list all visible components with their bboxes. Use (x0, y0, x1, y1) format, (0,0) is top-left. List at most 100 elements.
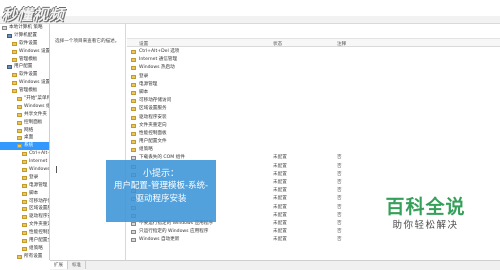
folder-icon (22, 183, 27, 188)
row-state: 未配置 (273, 155, 287, 161)
row-name: 只运行指定的 Windows 应用程序 (139, 229, 209, 235)
tree-item[interactable]: 组策略 (0, 245, 49, 253)
view-tab[interactable]: 扩展 (50, 261, 68, 269)
tree-item[interactable]: 网络 (0, 127, 49, 135)
list-row[interactable]: 电源管理 (127, 81, 500, 89)
tree-item[interactable]: 用户配置文件 (0, 237, 49, 245)
tree-item[interactable]: 本地计算机 策略 (0, 24, 49, 32)
folder-icon (22, 167, 27, 172)
tree-item[interactable]: 计算机配置 (0, 32, 49, 40)
policy-setting-icon (131, 221, 136, 226)
folder-icon (17, 104, 22, 109)
row-note: 否 (337, 212, 342, 218)
tree-item[interactable]: 驱动程序安装 (0, 213, 49, 221)
folder-icon (22, 152, 27, 157)
column-header-note[interactable]: 注释 (337, 41, 346, 47)
row-name: 驱动程序安装 (139, 114, 167, 120)
tree-item[interactable]: 登录 (0, 174, 49, 182)
folder-icon (131, 140, 136, 145)
row-note: 否 (337, 163, 342, 169)
tree-item-label: 网络 (24, 127, 34, 133)
list-row[interactable]: Windows 热启动 (127, 64, 500, 72)
row-state: 未配置 (273, 212, 287, 218)
folder-icon (22, 231, 27, 236)
tree-item[interactable]: Windows 组件 (0, 103, 49, 111)
list-row[interactable]: 登录 (127, 73, 500, 81)
tree-item[interactable]: Windows 设置 (0, 48, 49, 56)
tree-item[interactable]: 所有设置 (0, 253, 49, 260)
folder-icon (22, 160, 27, 165)
tree-item[interactable]: 电源管理 (0, 182, 49, 190)
folder-icon (22, 246, 27, 251)
tree-item[interactable]: 系统 (0, 142, 49, 151)
tree-item[interactable]: 脚本 (0, 190, 49, 198)
row-state: 未配置 (273, 171, 287, 177)
tree-item[interactable]: 可移动存储访问 (0, 198, 49, 206)
folder-icon (131, 50, 136, 54)
folder-icon (12, 81, 17, 86)
row-name: 登录 (139, 73, 149, 79)
list-row[interactable]: Windows 自动更新 未配置 否 (127, 236, 500, 244)
tip-title: 小提示： (142, 169, 179, 179)
tree-item[interactable]: 文件夹重定向 (0, 221, 49, 229)
tree-item-label: Windows 热启动 (29, 167, 50, 173)
view-tabs: 扩展 标准 (50, 260, 500, 270)
list-row[interactable]: 可移动存储访问 (127, 97, 500, 105)
list-row[interactable]: 组策略 (127, 146, 500, 154)
list-row[interactable]: 区域设置服务 (127, 105, 500, 113)
column-header-name[interactable]: 设置 (139, 41, 148, 47)
tree-item[interactable]: 管理模板 (0, 87, 49, 95)
folder-icon (17, 144, 22, 149)
row-name: 组策略 (139, 147, 153, 153)
list-row[interactable]: 用户配置文件 (127, 138, 500, 146)
folder-icon (17, 112, 22, 117)
list-row[interactable]: Ctrl+Alt+Del 选项 (127, 48, 500, 56)
row-state: 未配置 (273, 229, 287, 235)
tree-item[interactable]: 软件设置 (0, 40, 49, 48)
tree-item-label: 共享文件夹 (24, 111, 47, 117)
folder-icon (131, 66, 136, 71)
list-row[interactable]: 驱动程序安装 (127, 114, 500, 122)
list-row[interactable]: 文件夹重定向 (127, 122, 500, 130)
tree-item[interactable]: 性能控制面板 (0, 229, 49, 237)
tree-item-label: 本地计算机 策略 (9, 25, 43, 30)
brand-watermark-slogan: 助你轻松解决 (392, 220, 459, 231)
tree-item[interactable]: 管理模板 (0, 56, 49, 64)
tree-item[interactable]: "开始"菜单和任务栏 (0, 95, 49, 103)
tree-item[interactable]: 用户配置 (0, 63, 49, 71)
video-watermark: 秒懂视频 (2, 2, 80, 24)
folder-icon (12, 57, 17, 62)
tree-item-label: "开始"菜单和任务栏 (24, 96, 49, 102)
folder-icon (131, 107, 136, 112)
tree-item[interactable]: 共享文件夹 (0, 111, 49, 119)
tree-item[interactable]: 软件设置 (0, 71, 49, 79)
tree-item-label: 性能控制面板 (29, 230, 49, 236)
list-row[interactable]: 脚本 (127, 89, 500, 97)
folder-icon (22, 207, 27, 212)
tree-item[interactable]: 控制面板 (0, 119, 49, 127)
folder-icon (12, 73, 17, 78)
tree-item[interactable]: Ctrl+Alt+Del 选项 (0, 150, 49, 158)
tree-item[interactable]: Windows 热启动 (0, 166, 49, 174)
list-row[interactable]: 性能控制面板 (127, 130, 500, 138)
tree-item-label: 桌面 (24, 135, 34, 141)
folder-icon (131, 123, 136, 128)
list-row[interactable]: Internet 通信管理 (127, 56, 500, 64)
row-name: 可移动存储访问 (139, 98, 172, 104)
folder-icon (22, 175, 27, 180)
folder-icon (131, 58, 136, 63)
tree-item-label: 区域设置服务 (29, 206, 49, 212)
tree-item-label: 控制面板 (24, 119, 43, 125)
row-name: 区域设置服务 (139, 106, 167, 112)
tree-item[interactable]: Windows 设置 (0, 79, 49, 87)
tree-item[interactable]: 区域设置服务 (0, 205, 49, 213)
folder-icon (131, 90, 136, 95)
tree-item-label: 组策略 (29, 245, 43, 251)
tree-item[interactable]: Internet 通信管理 (0, 158, 49, 166)
view-tab[interactable]: 标准 (68, 261, 86, 269)
tip-path-line: 用户配置-管理模板-系统- (113, 181, 209, 191)
row-state: 未配置 (273, 237, 287, 243)
tree-item[interactable]: 桌面 (0, 134, 49, 142)
column-header-state[interactable]: 状态 (273, 41, 282, 47)
row-name: Ctrl+Alt+Del 选项 (139, 49, 180, 54)
